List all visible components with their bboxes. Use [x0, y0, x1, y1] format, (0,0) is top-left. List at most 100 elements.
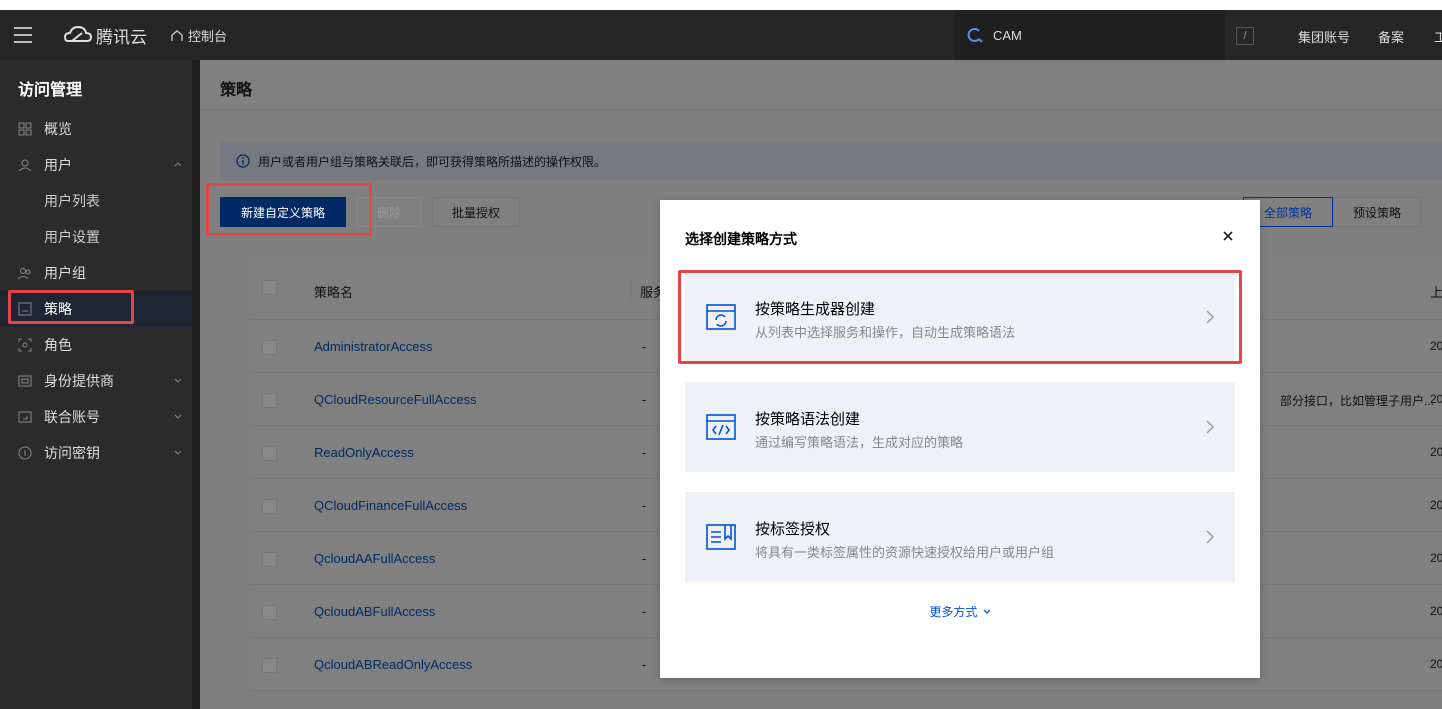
row-checkbox[interactable] [262, 605, 277, 620]
global-search[interactable]: CAM [955, 10, 1225, 60]
chevron-down-icon [174, 414, 182, 419]
top-strip [0, 0, 1442, 10]
updated-value: 20 [1430, 392, 1442, 406]
sidebar-title: 访问管理 [18, 82, 83, 99]
chevron-up-icon [174, 162, 182, 167]
filing-link[interactable]: 备案 [1378, 27, 1404, 46]
row-checkbox[interactable] [262, 658, 277, 673]
option-title: 按标签授权 [755, 521, 831, 538]
page-header: 策略 [200, 60, 1442, 110]
sidebar-item-users[interactable]: 用户 [0, 147, 192, 183]
policy-name-link[interactable]: QcloudAAFullAccess [314, 551, 435, 566]
sidebar-item-label: 用户 [44, 157, 72, 173]
sidebar-item-label: 用户组 [44, 265, 86, 281]
sidebar-item-access-keys[interactable]: 访问密钥 [0, 435, 192, 471]
policy-name-link[interactable]: QCloudFinanceFullAccess [314, 498, 467, 513]
highlight-create-button [206, 183, 372, 236]
updated-value: 20 [1430, 445, 1442, 459]
batch-authorize-button[interactable]: 批量授权 [432, 197, 520, 227]
home-icon [171, 29, 183, 41]
sidebar-item-identity-providers[interactable]: 身份提供商 [0, 363, 192, 399]
chevron-down-icon [983, 609, 991, 614]
row-checkbox[interactable] [262, 446, 277, 461]
description-value: 部分接口，比如管理子用户... [1280, 394, 1435, 408]
more-options-label: 更多方式 [929, 605, 978, 619]
column-header-name: 策略名 [314, 285, 354, 300]
updated-value: 20 [1430, 657, 1442, 671]
updated-value: 20 [1430, 551, 1442, 565]
group-account-link[interactable]: 集团账号 [1298, 27, 1350, 46]
sidebar-item-federated-accounts[interactable]: 联合账号 [0, 399, 192, 435]
sidebar-item-label: 用户列表 [44, 193, 100, 209]
close-icon[interactable] [1222, 230, 1234, 242]
sidebar-item-label: 用户设置 [44, 229, 100, 245]
column-divider [630, 280, 631, 300]
service-value: - [642, 392, 647, 407]
sidebar-item-user-settings[interactable]: 用户设置 [0, 219, 192, 255]
service-value: - [642, 445, 647, 460]
service-value: - [642, 604, 647, 619]
row-checkbox[interactable] [262, 499, 277, 514]
sidebar-item-label: 角色 [44, 337, 72, 353]
row-checkbox[interactable] [262, 552, 277, 567]
chevron-right-icon [1206, 420, 1214, 434]
page-title: 策略 [220, 82, 253, 99]
updated-value: 20 [1430, 498, 1442, 512]
search-value: CAM [993, 27, 1022, 43]
info-banner: 用户或者用户组与策略关联后，即可获得策略所描述的操作权限。 [220, 142, 1442, 180]
sidebar-item-label: 联合账号 [44, 409, 100, 425]
column-header-updated: 上 [1430, 285, 1442, 300]
service-value: - [642, 551, 647, 566]
highlight-sidebar-policies [8, 290, 134, 324]
user-group-icon [18, 268, 31, 280]
option-subtitle: 通过编写策略语法，生成对应的策略 [755, 435, 964, 450]
cloud-logo-icon [64, 25, 92, 42]
policy-name-link[interactable]: QcloudABReadOnlyAccess [314, 657, 472, 672]
more-options-link[interactable]: 更多方式 [660, 603, 1260, 620]
option-subtitle: 将具有一类标签属性的资源快速授权给用户或用户组 [755, 545, 1055, 560]
policy-name-link[interactable]: AdministratorAccess [314, 339, 432, 354]
select-all-checkbox[interactable] [262, 280, 277, 295]
updated-value: 20 [1430, 604, 1442, 618]
chevron-right-icon [1206, 530, 1214, 544]
console-label: 控制台 [188, 29, 228, 44]
policy-name-link[interactable]: QcloudABFullAccess [314, 604, 435, 619]
sidebar-item-label: 身份提供商 [44, 373, 114, 389]
info-text: 用户或者用户组与策略关联后，即可获得策略所描述的操作权限。 [258, 154, 607, 169]
brand-logo[interactable]: 腾讯云 [64, 23, 147, 48]
console-link[interactable]: 控制台 [170, 26, 227, 45]
shortcut-slash: / [1236, 27, 1254, 45]
option-title: 按策略语法创建 [755, 411, 861, 428]
key-icon [18, 446, 32, 460]
grid-icon [18, 122, 32, 136]
code-window-icon [706, 414, 736, 440]
brand-name: 腾讯云 [96, 28, 147, 47]
sidebar-item-roles[interactable]: 角色 [0, 327, 192, 363]
menu-icon[interactable] [14, 27, 32, 43]
updated-value: 20 [1430, 339, 1442, 353]
service-value: - [642, 657, 647, 672]
service-value: - [642, 339, 647, 354]
highlight-generator-option [678, 270, 1242, 364]
chevron-down-icon [174, 450, 182, 455]
federated-account-icon [18, 411, 32, 423]
option-tag-authorization[interactable]: 按标签授权 将具有一类标签属性的资源快速授权给用户或用户组 [685, 492, 1235, 582]
sidebar-item-overview[interactable]: 概览 [0, 111, 192, 147]
row-checkbox[interactable] [262, 393, 277, 408]
tools-link[interactable]: 工 [1434, 27, 1442, 46]
dialog-title: 选择创建策略方式 [685, 231, 797, 247]
sidebar-item-user-groups[interactable]: 用户组 [0, 255, 192, 291]
sidebar-scrollbar[interactable] [192, 60, 200, 709]
row-checkbox[interactable] [262, 340, 277, 355]
filter-preset-policies[interactable]: 预设策略 [1333, 197, 1421, 227]
policy-name-link[interactable]: QCloudResourceFullAccess [314, 392, 477, 407]
policy-name-link[interactable]: ReadOnlyAccess [314, 445, 414, 460]
search-icon [967, 28, 983, 43]
sidebar: 访问管理 概览 用户 用户列表 用户设置 用户组 策略 角色 身份提供商 联合账… [0, 60, 200, 709]
user-icon [18, 159, 32, 172]
tag-document-icon [706, 524, 736, 550]
sidebar-item-label: 访问密钥 [44, 445, 100, 461]
option-policy-syntax[interactable]: 按策略语法创建 通过编写策略语法，生成对应的策略 [685, 382, 1235, 472]
info-icon [236, 154, 250, 168]
sidebar-item-user-list[interactable]: 用户列表 [0, 183, 192, 219]
